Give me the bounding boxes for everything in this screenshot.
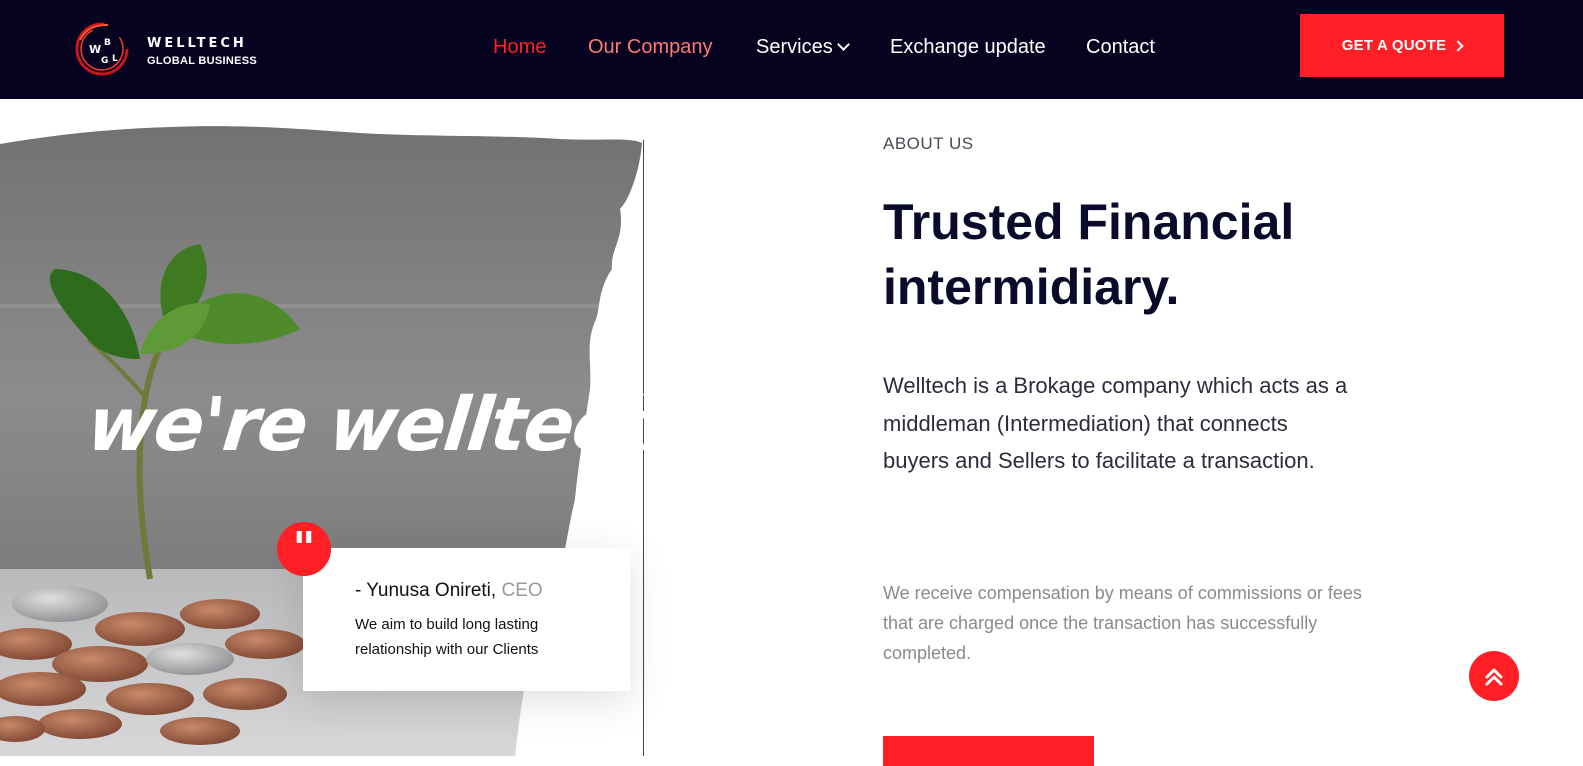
nav-contact[interactable]: Contact [1086, 36, 1155, 59]
brand-logo[interactable]: W B G L WELLTECH GLOBAL BUSINESS [74, 20, 274, 80]
about-paragraph-secondary: We receive compensation by means of comm… [883, 583, 1362, 663]
about-cta-button[interactable] [883, 736, 1094, 766]
svg-text:L: L [112, 54, 118, 64]
nav-our-company[interactable]: Our Company [588, 36, 713, 59]
quote-author-name: - Yunusa Onireti, [355, 580, 497, 601]
chevron-right-icon [1452, 39, 1464, 52]
quote-author: - Yunusa Onireti, CEO [355, 580, 543, 602]
hero-overlay-text: we're welltech [83, 382, 670, 468]
site-header: W B G L WELLTECH GLOBAL BUSINESS Home Ou… [0, 0, 1583, 99]
quote-icon: " [277, 522, 331, 576]
svg-text:G: G [101, 56, 108, 66]
quote-text: We aim to build long lasting relationshi… [355, 616, 539, 658]
brand-name: WELLTECH [147, 36, 247, 51]
scroll-to-top-button[interactable] [1469, 651, 1519, 701]
nav-services[interactable]: Services [756, 36, 850, 59]
nav-services-label: Services [756, 36, 833, 58]
nav-home[interactable]: Home [493, 36, 546, 59]
about-headline: Trusted Financial intermidiary. [883, 194, 1295, 315]
chevron-down-icon [836, 38, 850, 51]
svg-text:W: W [89, 43, 101, 56]
quote-author-role: CEO [501, 580, 543, 601]
brand-tagline: GLOBAL BUSINESS [147, 55, 258, 67]
get-a-quote-button[interactable]: GET A QUOTE [1300, 14, 1504, 77]
get-a-quote-label: GET A QUOTE [1341, 37, 1447, 54]
logo-mark-icon: W B G L [75, 22, 129, 76]
section-eyebrow: ABOUT US [883, 134, 974, 153]
nav-exchange-update[interactable]: Exchange update [890, 36, 1046, 59]
double-chevron-up-icon [1485, 668, 1503, 686]
svg-text:B: B [104, 38, 111, 48]
about-paragraph-primary: Welltech is a Brokage company which acts… [883, 373, 1348, 473]
